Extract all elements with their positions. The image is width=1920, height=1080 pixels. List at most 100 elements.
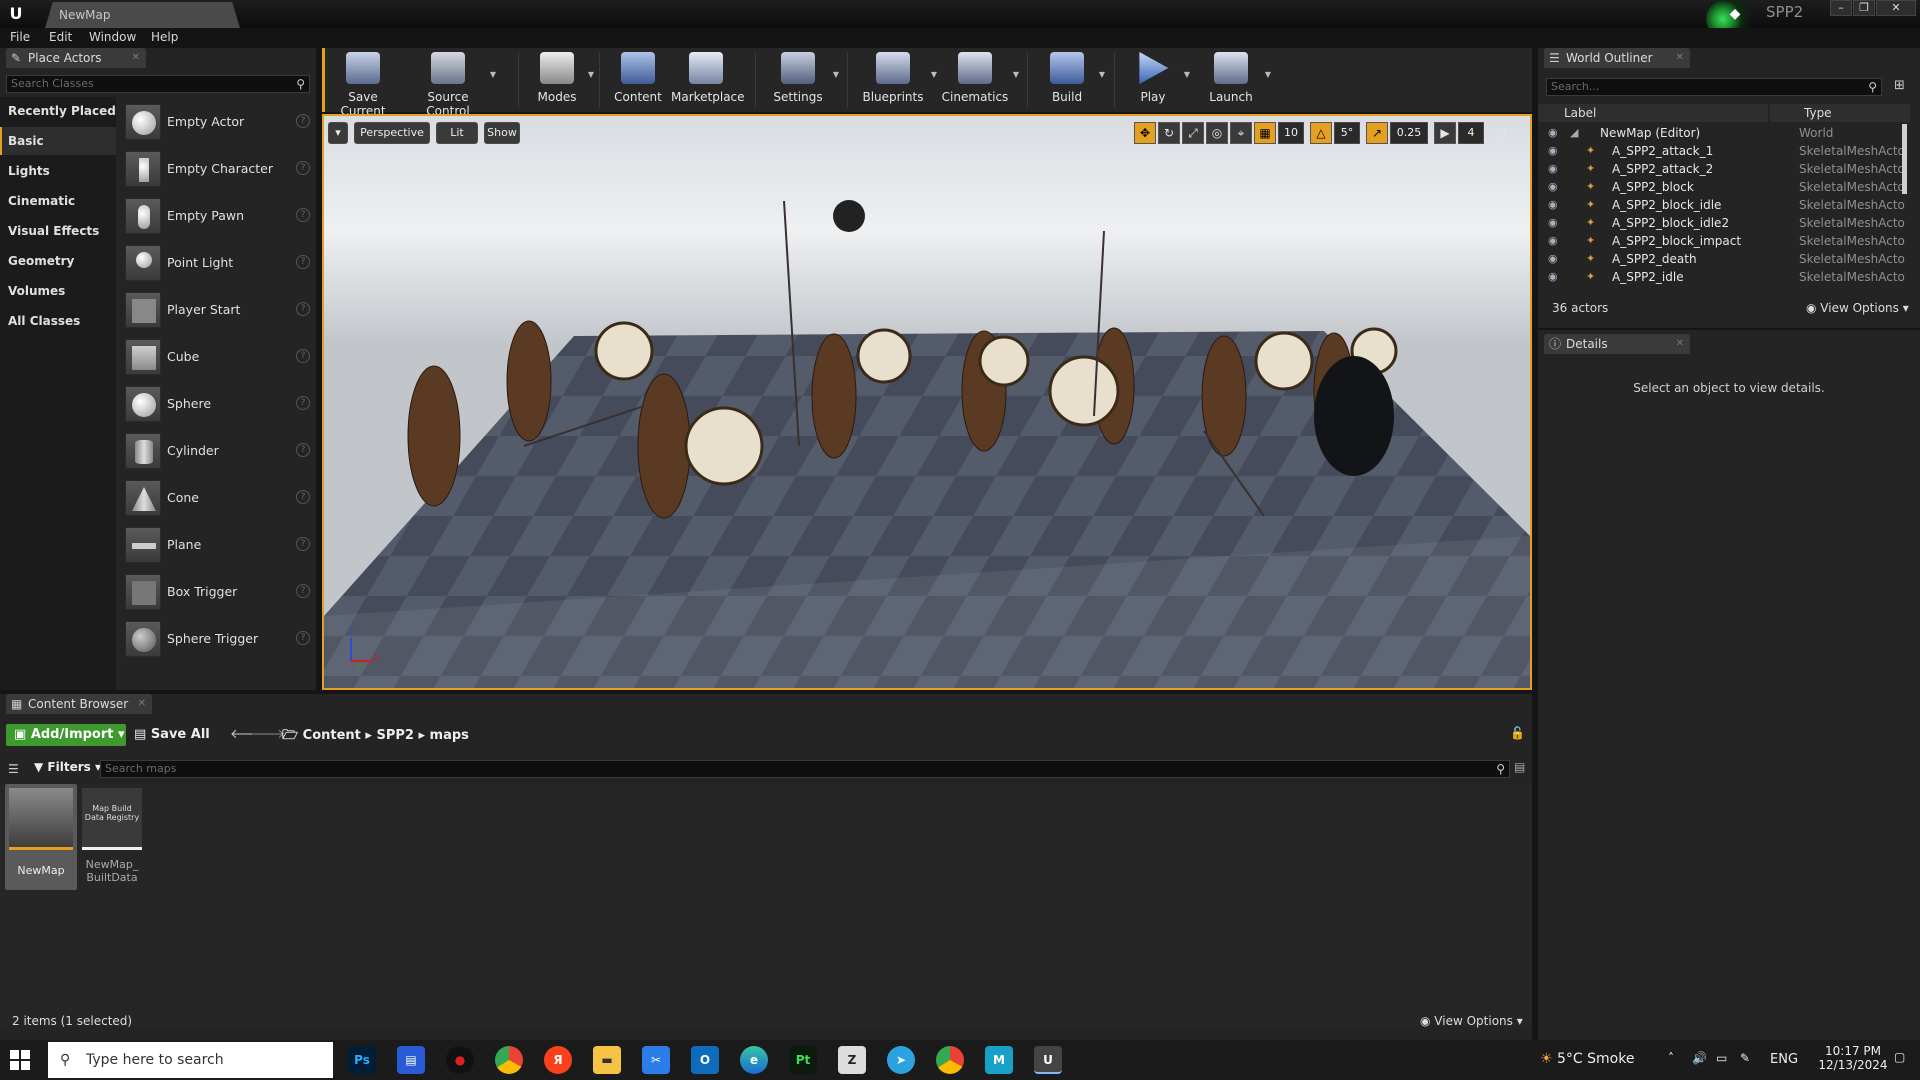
eye-icon[interactable]: ◉ xyxy=(1548,160,1558,178)
outliner-view-options-button[interactable]: ◉ View Options ▾ xyxy=(1806,301,1909,315)
outliner-row[interactable]: ◉ ✦ A_SPP2_block_idle2 SkeletalMeshActo xyxy=(1538,214,1910,232)
help-icon[interactable]: ? xyxy=(296,255,310,269)
eye-icon[interactable]: ◉ xyxy=(1548,232,1558,250)
save-current-button[interactable]: Save Current xyxy=(327,48,399,118)
category-recently-placed[interactable]: Recently Placed xyxy=(0,97,116,125)
place-actors-tab[interactable]: ✎ Place Actors ✕ xyxy=(6,48,146,68)
language-indicator[interactable]: ENG xyxy=(1770,1052,1798,1067)
eye-icon[interactable]: ◉ xyxy=(1548,142,1558,160)
outliner-scrollbar[interactable] xyxy=(1902,124,1907,194)
grid-snap-value[interactable]: 10 xyxy=(1278,122,1304,144)
help-icon[interactable]: ? xyxy=(296,584,310,598)
category-volumes[interactable]: Volumes xyxy=(0,277,116,305)
category-visual-effects[interactable]: Visual Effects xyxy=(0,217,116,245)
surface-snap-icon[interactable]: ⌖ xyxy=(1230,122,1252,144)
outliner-row[interactable]: ◉ ✦ A_SPP2_death SkeletalMeshActo xyxy=(1538,250,1910,268)
outliner-row[interactable]: ◉ ◢ NewMap (Editor) World xyxy=(1538,124,1910,142)
rotate-icon[interactable]: ↻ xyxy=(1158,122,1180,144)
actor-item-box-trigger[interactable]: Box Trigger? xyxy=(119,570,316,614)
scale-snap-icon[interactable]: ↗ xyxy=(1366,122,1388,144)
actor-item-empty-actor[interactable]: Empty Actor? xyxy=(119,100,316,144)
forward-arrow-icon[interactable]: 🡒 xyxy=(250,726,285,742)
telegram-icon[interactable]: ➤ xyxy=(887,1046,915,1074)
translate-icon[interactable]: ✥ xyxy=(1134,122,1156,144)
outliner-row[interactable]: ◉ ✦ A_SPP2_block SkeletalMeshActo xyxy=(1538,178,1910,196)
help-icon[interactable]: ? xyxy=(296,490,310,504)
scale-icon[interactable]: ⤢ xyxy=(1182,122,1204,144)
column-label[interactable]: Label xyxy=(1538,104,1768,122)
maximize-viewport-icon[interactable]: ◻ xyxy=(1492,122,1510,144)
outliner-row[interactable]: ◉ ✦ A_SPP2_attack_2 SkeletalMeshActo xyxy=(1538,160,1910,178)
taskbar-search-input[interactable]: ⚲ Type here to search xyxy=(48,1042,333,1078)
filters-button[interactable]: ▼ Filters ▾ xyxy=(34,760,101,774)
help-icon[interactable]: ? xyxy=(296,537,310,551)
category-all-classes[interactable]: All Classes xyxy=(0,307,116,335)
clock[interactable]: 10:17 PM 12/13/2024 xyxy=(1818,1044,1888,1072)
outliner-row[interactable]: ◉ ✦ A_SPP2_idle SkeletalMeshActo xyxy=(1538,268,1910,286)
outliner-row[interactable]: ◉ ✦ A_SPP2_attack_1 SkeletalMeshActo xyxy=(1538,142,1910,160)
close-button[interactable]: ✕ xyxy=(1876,0,1916,16)
network-icon[interactable]: ▭ xyxy=(1716,1051,1727,1065)
chevron-down-icon[interactable]: ▼ xyxy=(1099,70,1105,79)
blueprints-button[interactable]: Blueprints ▼ xyxy=(857,48,937,110)
save-search-icon[interactable]: ▤ xyxy=(1514,760,1525,774)
outlook-icon[interactable]: O xyxy=(691,1046,719,1074)
cinematics-button[interactable]: Cinematics ▼ xyxy=(939,48,1019,110)
category-cinematic[interactable]: Cinematic xyxy=(0,187,116,215)
document-tab[interactable]: NewMap xyxy=(45,2,240,28)
outliner-row[interactable]: ◉ ✦ A_SPP2_block_idle SkeletalMeshActo xyxy=(1538,196,1910,214)
category-basic[interactable]: Basic xyxy=(0,127,116,155)
search-maps-input[interactable]: Search maps ⚲ xyxy=(100,760,1510,778)
help-icon[interactable]: ? xyxy=(296,349,310,363)
menu-edit[interactable]: Edit xyxy=(49,30,72,44)
windows-start-icon[interactable] xyxy=(10,1050,30,1070)
actor-item-point-light[interactable]: Point Light? xyxy=(119,241,316,285)
chrome-profile-icon[interactable] xyxy=(936,1046,964,1074)
actor-item-plane[interactable]: Plane? xyxy=(119,523,316,567)
help-icon[interactable]: ? xyxy=(296,208,310,222)
new-folder-icon[interactable]: ⊞ xyxy=(1894,78,1905,93)
camera-speed-value[interactable]: 4 xyxy=(1458,122,1484,144)
perspective-button[interactable]: Perspective xyxy=(354,122,430,144)
actor-item-cone[interactable]: Cone? xyxy=(119,476,316,520)
asset-tile[interactable]: NewMap xyxy=(5,784,77,890)
modes-button[interactable]: Modes ▼ xyxy=(528,48,594,110)
breadcrumb-content[interactable]: Content xyxy=(303,728,361,743)
actor-item-player-start[interactable]: Player Start? xyxy=(119,288,316,332)
world-outliner-tab[interactable]: ☰ World Outliner ✕ xyxy=(1544,48,1690,68)
eye-icon[interactable]: ◉ xyxy=(1548,124,1558,142)
chrome-icon[interactable] xyxy=(495,1046,523,1074)
actor-item-empty-pawn[interactable]: Empty Pawn? xyxy=(119,194,316,238)
recorder-icon[interactable]: ● xyxy=(446,1046,474,1074)
help-icon[interactable]: ? xyxy=(296,631,310,645)
close-icon[interactable]: ✕ xyxy=(1676,334,1684,354)
notifications-icon[interactable]: ▢ xyxy=(1894,1050,1905,1064)
store-icon[interactable]: ▤ xyxy=(397,1046,425,1074)
source-control-button[interactable]: Source Control ▼ xyxy=(408,48,496,118)
cb-view-options-button[interactable]: ◉ View Options ▾ xyxy=(1420,1014,1523,1028)
help-icon[interactable]: ? xyxy=(296,443,310,457)
chevron-down-icon[interactable]: ▼ xyxy=(490,70,496,79)
maximize-button[interactable]: ❐ xyxy=(1853,0,1875,16)
search-classes-input[interactable]: Search Classes ⚲ xyxy=(6,75,310,93)
m-app-icon[interactable]: M xyxy=(985,1046,1013,1074)
scale-snap-value[interactable]: 0.25 xyxy=(1390,122,1428,144)
world-space-icon[interactable]: ◎ xyxy=(1206,122,1228,144)
pen-icon[interactable]: ✎ xyxy=(1740,1051,1750,1065)
details-tab[interactable]: ⓘ Details ✕ xyxy=(1544,334,1690,354)
actor-item-empty-character[interactable]: Empty Character? xyxy=(119,147,316,191)
breadcrumb-maps[interactable]: maps xyxy=(430,728,469,743)
camera-speed-icon[interactable]: ▶ xyxy=(1434,122,1456,144)
sources-toggle-icon[interactable]: ☰ xyxy=(8,762,19,776)
chevron-down-icon[interactable]: ▼ xyxy=(931,70,937,79)
chevron-down-icon[interactable]: ▼ xyxy=(1013,70,1019,79)
pt-icon[interactable]: Pt xyxy=(789,1046,817,1074)
outliner-search-input[interactable]: Search... ⚲ xyxy=(1546,78,1882,96)
breadcrumb-spp2[interactable]: SPP2 xyxy=(376,728,413,743)
yandex-icon[interactable]: Я xyxy=(544,1046,572,1074)
rotation-snap-icon[interactable]: △ xyxy=(1310,122,1332,144)
launch-button[interactable]: Launch ▼ xyxy=(1199,48,1271,110)
eye-icon[interactable]: ◉ xyxy=(1548,214,1558,232)
marketplace-button[interactable]: Marketplace xyxy=(671,48,745,110)
help-icon[interactable]: ? xyxy=(296,302,310,316)
